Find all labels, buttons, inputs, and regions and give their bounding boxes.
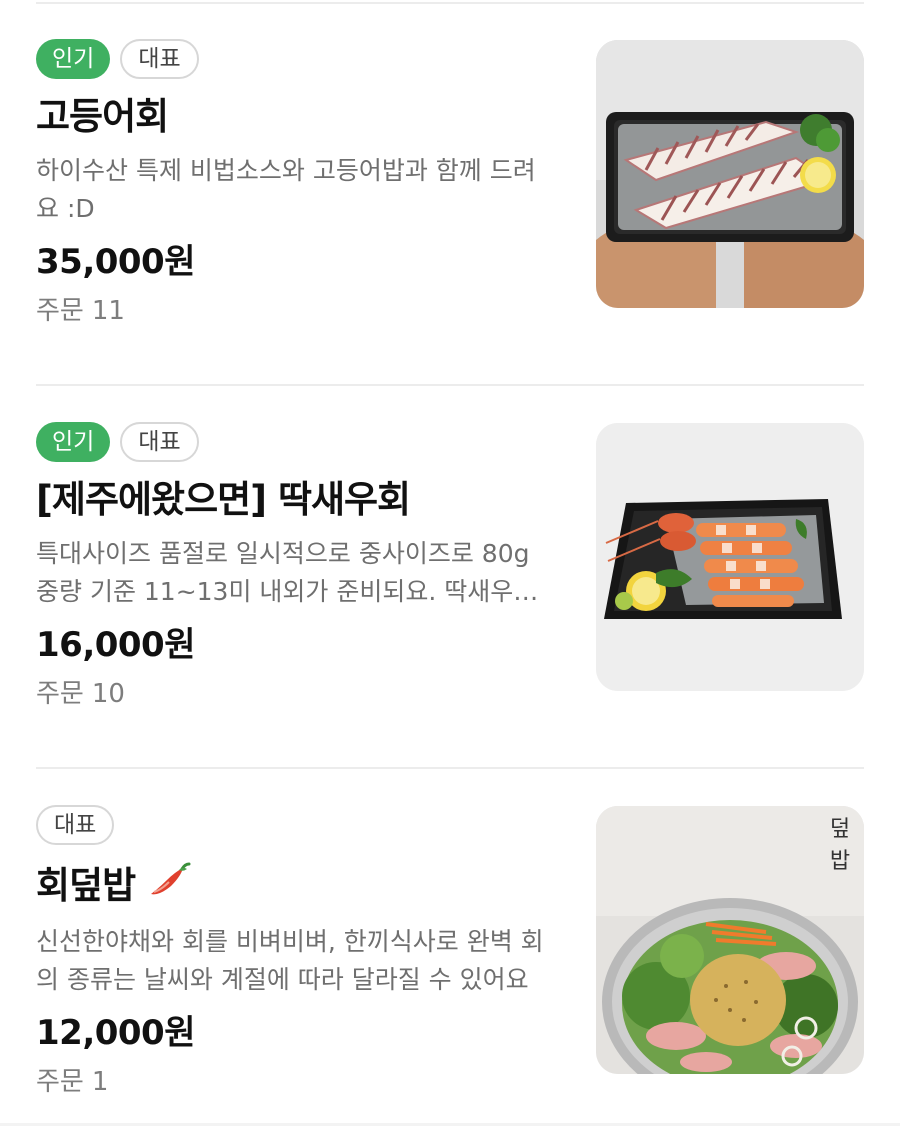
signature-badge: 대표 xyxy=(120,39,199,79)
menu-item-red-shrimp[interactable]: 인기 대표 [제주에왔으면] 딱새우회 특대사이즈 품절로 일시적으로 중사이즈… xyxy=(36,421,864,709)
chili-pepper-icon xyxy=(145,860,191,911)
menu-item-name-text: 회덮밥 xyxy=(36,863,136,907)
image-caption-line2: 밥 xyxy=(830,849,850,874)
menu-item-orders: 주문 1 xyxy=(36,1065,556,1099)
orders-count: 1 xyxy=(91,1067,109,1097)
menu-item-name: [제주에왔으면] 딱새우회 xyxy=(36,477,556,523)
item-divider xyxy=(36,767,864,769)
menu-item-orders: 주문 10 xyxy=(36,677,556,711)
signature-badge: 대표 xyxy=(36,805,115,845)
menu-item-mackerel[interactable]: 인기 대표 고등어회 하이수산 특제 비법소스와 고등어밥과 함께 드려요 :D… xyxy=(36,38,864,326)
mackerel-sashimi-photo[interactable] xyxy=(596,40,864,308)
orders-label: 주문 xyxy=(36,296,84,326)
popular-badge: 인기 xyxy=(36,39,111,79)
menu-item-info: 인기 대표 [제주에왔으면] 딱새우회 특대사이즈 품절로 일시적으로 중사이즈… xyxy=(36,421,556,711)
item-divider xyxy=(36,384,864,386)
menu-item-info: 인기 대표 고등어회 하이수산 특제 비법소스와 고등어밥과 함께 드려요 :D… xyxy=(36,38,556,328)
menu-item-price: 35,000원 xyxy=(36,242,195,282)
menu-item-name-text: [제주에왔으면] 딱새우회 xyxy=(36,478,411,521)
menu-item-description: 하이수산 특제 비법소스와 고등어밥과 함께 드려요 :D xyxy=(36,156,536,223)
orders-label: 주문 xyxy=(36,1067,84,1097)
menu-item-price: 12,000원 xyxy=(36,1013,195,1053)
image-caption-line1: 덮 xyxy=(830,817,850,842)
menu-item-orders: 주문 11 xyxy=(36,294,556,328)
badge-row: 인기 대표 xyxy=(36,38,556,80)
menu-item-name: 고등어회 xyxy=(36,94,556,140)
popular-badge: 인기 xyxy=(36,422,111,462)
menu-item-info: 대표 회덮밥 신선한야채와 회를 비벼비벼, 한끼식사로 완벽 회의 종류는 날… xyxy=(36,804,556,1099)
badge-row: 인기 대표 xyxy=(36,421,556,463)
menu-item-name-text: 고등어회 xyxy=(36,95,169,138)
orders-count: 11 xyxy=(91,296,125,326)
menu-item-name: 회덮밥 xyxy=(36,860,556,911)
menu-item-hoedeopbap[interactable]: 대표 회덮밥 신선한야채와 회를 비벼비벼, 한끼식사로 완벽 회의 종류는 날… xyxy=(36,804,864,1097)
orders-label: 주문 xyxy=(36,679,84,709)
menu-list: 인기 대표 고등어회 하이수산 특제 비법소스와 고등어밥과 함께 드려요 :D… xyxy=(0,0,900,1126)
orders-count: 10 xyxy=(91,679,125,709)
menu-item-price: 16,000원 xyxy=(36,625,195,665)
signature-badge: 대표 xyxy=(120,422,199,462)
menu-item-description: 신선한야채와 회를 비벼비벼, 한끼식사로 완벽 회의 종류는 날씨와 계절에 … xyxy=(36,927,544,994)
menu-item-description: 특대사이즈 품절로 일시적으로 중사이즈로 80g 중량 기준 11~13미 내… xyxy=(36,539,537,606)
raw-fish-bibimbap-photo[interactable]: 덮 밥 xyxy=(596,806,864,1074)
red-shrimp-sashimi-photo[interactable] xyxy=(596,423,864,691)
badge-row: 대표 xyxy=(36,804,556,846)
